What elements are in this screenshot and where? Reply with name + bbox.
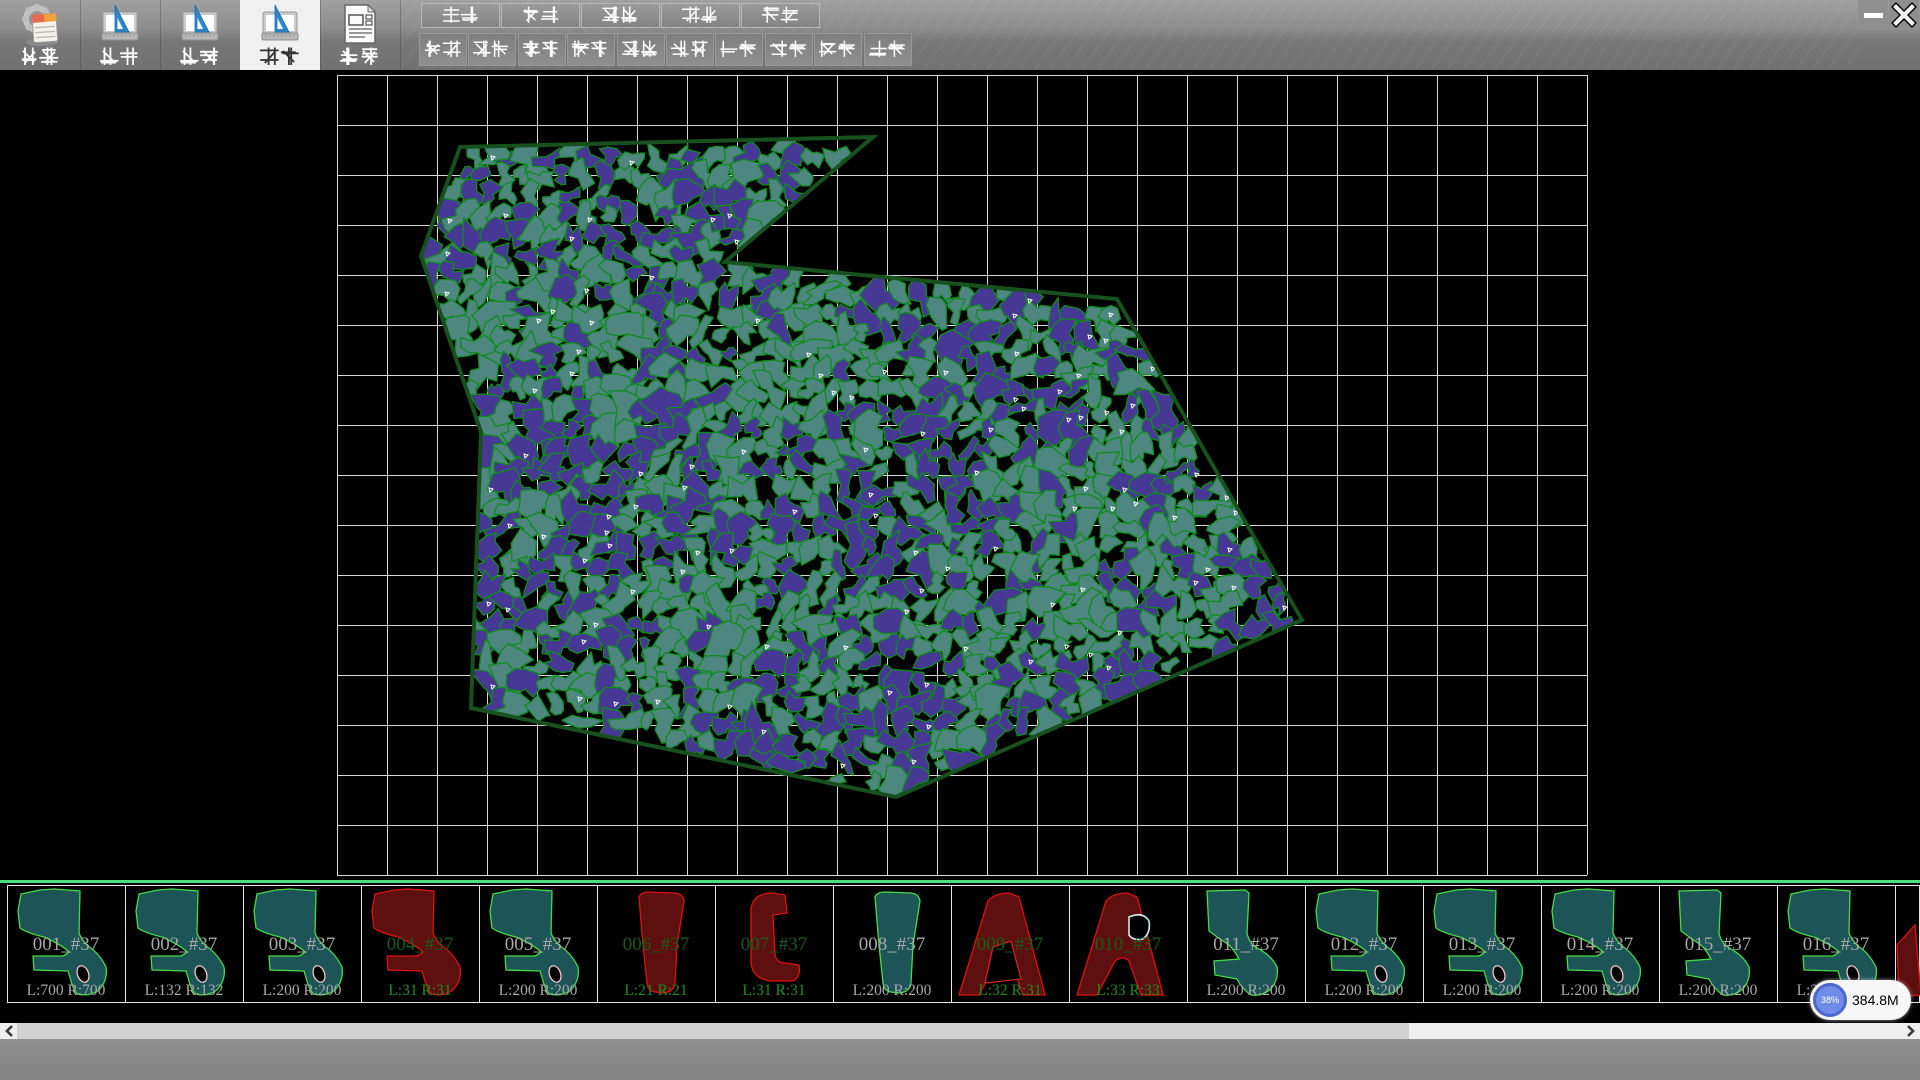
svg-text:L:31 R:31: L:31 R:31 [388,982,451,999]
svg-text:015_#37: 015_#37 [1685,934,1752,955]
svg-text:L:31 R:31: L:31 R:31 [742,982,805,999]
svg-text:L:200 R:200: L:200 R:200 [263,982,342,999]
svg-text:005_#37: 005_#37 [505,934,572,955]
svg-text:004_#37: 004_#37 [387,934,454,955]
svg-text:L:200 R:200: L:200 R:200 [1679,982,1758,999]
svg-text:003_#37: 003_#37 [269,934,336,955]
svg-text:012_#37: 012_#37 [1331,934,1398,955]
svg-text:008_#37: 008_#37 [859,934,926,955]
svg-text:L:32 R:31: L:32 R:31 [978,982,1041,999]
svg-text:L:200 R:200: L:200 R:200 [1207,982,1286,999]
svg-text:L:200 R:200: L:200 R:200 [853,982,932,999]
svg-text:L:33 R:33: L:33 R:33 [1096,982,1160,999]
svg-text:011_#37: 011_#37 [1213,934,1279,955]
svg-text:L:200 R:200: L:200 R:200 [499,982,578,999]
svg-text:001_#37: 001_#37 [33,934,100,955]
svg-text:013_#37: 013_#37 [1449,934,1516,955]
svg-text:014_#37: 014_#37 [1567,934,1634,955]
svg-text:006_#37: 006_#37 [623,934,690,955]
svg-text:007_#37: 007_#37 [741,934,808,955]
svg-text:009_#37: 009_#37 [977,934,1044,955]
svg-text:L:21 R:21: L:21 R:21 [624,982,687,999]
svg-text:L:700 R:700: L:700 R:700 [27,982,106,999]
svg-text:L:200 R:200: L:200 R:200 [1443,982,1522,999]
svg-text:L:132 R:132: L:132 R:132 [145,982,224,999]
svg-text:L:200 R:200: L:200 R:200 [1325,982,1404,999]
svg-text:010_#37: 010_#37 [1095,934,1162,955]
svg-text:L:200 R:200: L:200 R:200 [1561,982,1640,999]
svg-text:002_#37: 002_#37 [151,934,218,955]
svg-text:016_#37: 016_#37 [1803,934,1870,955]
